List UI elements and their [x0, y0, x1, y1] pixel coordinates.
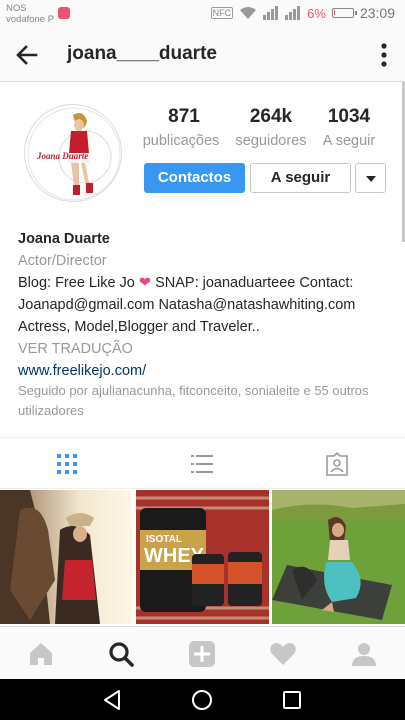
following-label: A seguir	[322, 133, 376, 149]
carrier: NOS vodafone P	[6, 3, 54, 25]
profile-bio: Joana Duarte Actor/Director Blog: Free L…	[18, 228, 393, 382]
followers-count: 264k	[249, 106, 293, 127]
heart-emoji-icon: ❤	[138, 275, 152, 291]
stat-posts[interactable]: 871 publicações	[140, 106, 228, 149]
add-post-icon[interactable]	[188, 640, 216, 668]
back-arrow-icon[interactable]	[14, 42, 40, 68]
clock: 23:09	[359, 5, 395, 21]
stat-following[interactable]: 1034 A seguir	[314, 106, 384, 149]
nfc-icon: NFC	[210, 7, 234, 19]
post-image-yoga	[272, 490, 405, 624]
activity-heart-icon[interactable]	[269, 640, 297, 668]
recents-square-icon[interactable]	[280, 688, 304, 712]
following-button[interactable]: A seguir	[250, 163, 351, 193]
profile-stats: 871 publicações 264k seguidores 1034 A s…	[140, 106, 390, 149]
post-thumbnail-3[interactable]	[272, 490, 405, 624]
bio-line-3: Actress, Model,Blogger and Traveler..	[18, 319, 260, 335]
avatar-image: Joana Duarte	[27, 107, 121, 201]
posts-label: publicações	[142, 133, 220, 149]
profile-view-tabs	[0, 437, 405, 489]
system-navigation-bar	[0, 679, 405, 720]
home-circle-icon[interactable]	[190, 688, 214, 712]
carrier-line2: vodafone P	[6, 14, 55, 25]
bottom-navigation	[0, 626, 405, 679]
signal-icon-2	[285, 6, 301, 20]
bio-line-1-pre: Blog: Free Like Jo	[18, 275, 139, 291]
profile-username: joana____duarte	[67, 43, 217, 64]
top-bar: joana____duarte	[0, 28, 405, 82]
post-thumbnail-1[interactable]	[0, 490, 133, 624]
back-triangle-icon[interactable]	[100, 688, 124, 712]
battery-icon	[331, 8, 357, 18]
wifi-icon	[240, 7, 257, 19]
tagged-photos-icon[interactable]	[325, 452, 349, 476]
post-image-horse	[0, 490, 133, 624]
bio-line-1-post: SNAP: joanaduarteee Contact:	[151, 275, 354, 291]
post2-text1: ISOTAL	[146, 534, 182, 545]
list-view-icon[interactable]	[190, 452, 214, 476]
website-link[interactable]: www.freelikejo.com/	[18, 360, 393, 382]
carrier-line1: NOS	[6, 3, 27, 14]
avatar-text: Joana Duarte	[36, 151, 88, 161]
stat-followers[interactable]: 264k seguidores	[228, 106, 314, 149]
followers-label: seguidores	[235, 133, 307, 149]
bio-line-2: Joanapd@gmail.com Natasha@natashawhiting…	[18, 297, 356, 313]
profile-avatar[interactable]: Joana Duarte	[24, 104, 122, 202]
search-icon[interactable]	[107, 640, 135, 668]
profile-icon[interactable]	[350, 640, 378, 668]
contact-button[interactable]: Contactos	[144, 163, 245, 193]
followed-by-text[interactable]: Seguido por ajulianacunha, fitconceito, …	[18, 381, 393, 421]
signal-icon	[263, 6, 279, 20]
battery-percent: 6%	[307, 5, 326, 21]
grid-view-icon[interactable]	[55, 452, 79, 476]
posts-grid: ISOTAL WHEY	[0, 490, 405, 624]
bio-full-name: Joana Duarte	[18, 231, 110, 247]
home-icon[interactable]	[27, 640, 55, 668]
posts-count: 871	[168, 106, 200, 127]
suggestions-dropdown-button[interactable]	[355, 163, 386, 193]
more-options-icon[interactable]	[381, 42, 387, 68]
notification-icon	[58, 7, 70, 19]
post-image-supplements: ISOTAL WHEY	[136, 490, 269, 624]
chevron-down-icon	[366, 176, 376, 182]
following-count: 1034	[327, 106, 371, 127]
bio-category: Actor/Director	[18, 253, 107, 269]
battery-level	[333, 10, 335, 15]
post-thumbnail-2[interactable]: ISOTAL WHEY	[136, 490, 269, 624]
bio-line-1: Blog: Free Like Jo ❤ SNAP: joanaduarteee…	[18, 272, 393, 294]
see-translation-link[interactable]: VER TRADUÇÃO	[18, 338, 393, 360]
status-bar: NOS vodafone P NFC 6% 23:09	[0, 0, 405, 28]
